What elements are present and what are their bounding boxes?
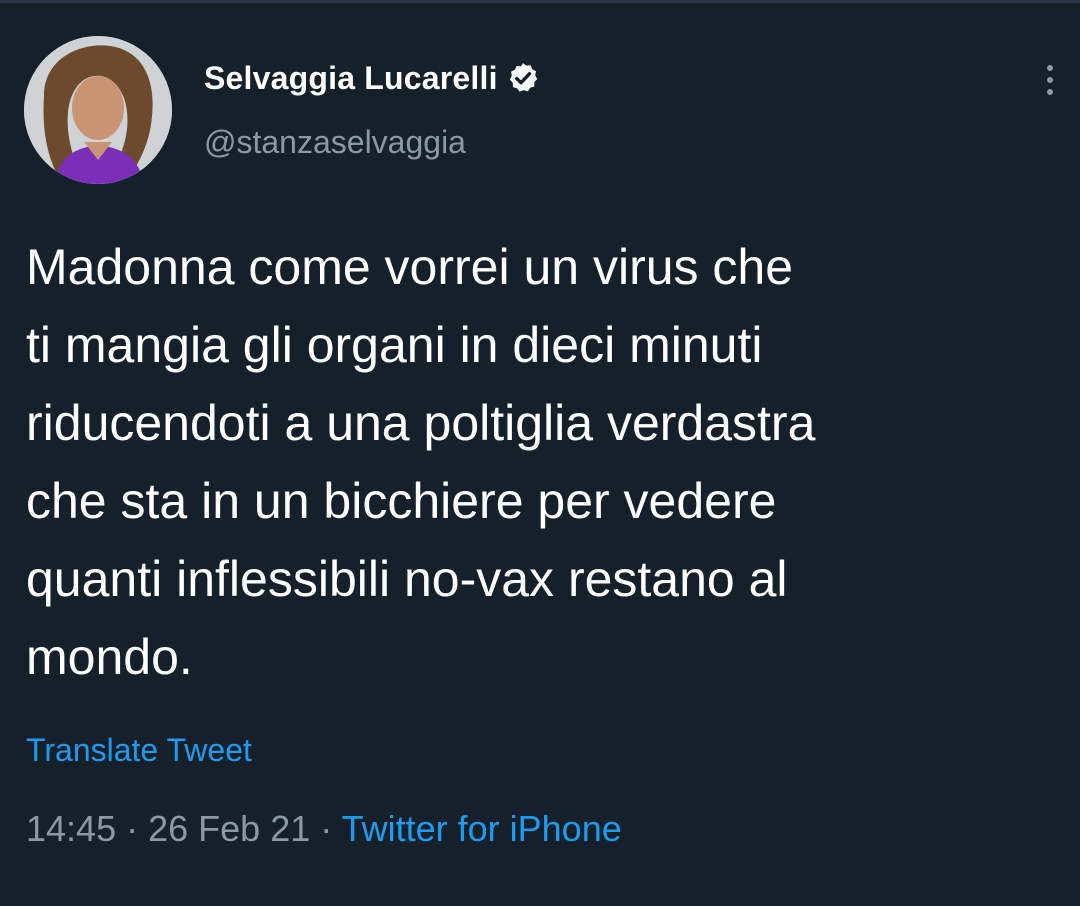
author-display-name[interactable]: Selvaggia Lucarelli [204,60,498,97]
tweet-text-line: ti mangia gli organi in dieci minuti [26,317,763,373]
translate-tweet-link[interactable]: Translate Tweet [26,732,252,769]
tweet-source-link[interactable]: Twitter for iPhone [342,808,622,849]
top-divider [0,0,1080,3]
meta-separator: · [126,808,139,849]
tweet-text-line: che sta in un bicchiere per vedere [26,473,777,529]
more-options-icon [1047,65,1053,71]
avatar[interactable] [24,36,172,184]
verified-badge-icon [506,61,540,95]
tweet-date[interactable]: 26 Feb 21 [148,808,310,849]
more-options-icon-dot [1047,89,1053,95]
tweet-text-line: mondo. [26,629,193,685]
tweet-text-line: riducendoti a una poltiglia verdastra [26,395,816,451]
tweet-text-line: Madonna come vorrei un virus che [26,239,794,295]
meta-separator: · [320,808,333,849]
tweet-metadata: 14:45 · 26 Feb 21 · Twitter for iPhone [26,808,622,850]
more-options-icon-dot [1047,77,1053,83]
tweet-time[interactable]: 14:45 [26,808,116,849]
avatar-image [24,36,172,184]
author-handle[interactable]: @stanzaselvaggia [204,124,466,161]
tweet-text-line: quanti inflessibili no-vax restano al [26,551,788,607]
more-options-button[interactable] [1030,58,1070,102]
author-name-row: Selvaggia Lucarelli [204,56,540,100]
tweet-text: Madonna come vorrei un virus che ti mang… [26,228,1066,696]
